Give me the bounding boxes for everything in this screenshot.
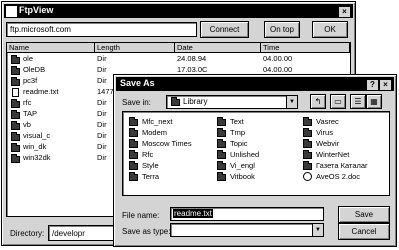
folder-icon [129,161,138,170]
file-browser[interactable]: Mfc_next Modem Moscow Times Rfc Style Te… [122,111,390,196]
folder-icon [11,121,20,130]
folder-icon [303,117,312,126]
details-view-icon[interactable]: ▦ [366,94,382,109]
file-name: win32dk [23,153,51,162]
file-time: 04.00.00 [263,54,293,63]
file-length: 1477 [97,87,114,96]
file-date: 24.08.94 [177,54,207,63]
file-length: Dir [97,65,107,74]
file-name: pc3f [23,76,38,85]
file-name: rfc [23,98,32,107]
file-length: Dir [97,76,107,85]
connect-button[interactable]: Connect [200,21,249,38]
folder-icon [129,150,138,159]
column-header-date[interactable]: Date [175,43,261,53]
column-header-name[interactable]: Name [7,43,95,53]
help-icon[interactable]: ? [366,79,379,91]
save-as-title: Save As [120,78,155,88]
file-name: readme.txt [23,87,59,96]
on-top-button[interactable]: On top [264,21,300,38]
file-length: Dir [97,142,107,151]
folder-icon [11,154,20,163]
folder-icon [217,139,226,148]
file-length: Dir [97,120,107,129]
folder-icon [217,172,226,181]
save-in-value: Library [183,97,208,106]
file-length: Dir [97,98,107,107]
ok-button[interactable]: OK [312,21,348,38]
folder-icon [217,128,226,137]
column-header-time[interactable]: Time [261,43,350,53]
folder-icon [11,55,20,64]
file-length: Dir [97,153,107,162]
save-as-dialog: Save As ? × Save in: Library ▼ ↰ ▭ ☰ ▦ M… [113,74,397,247]
cancel-button[interactable]: Cancel [338,223,390,240]
address-input[interactable]: ftp.microsoft.com [6,22,197,37]
app-icon [6,6,17,17]
close-icon[interactable]: × [379,79,392,91]
document-icon [303,172,312,181]
folder-icon [11,77,20,86]
file-name: OleDB [23,65,46,74]
save-button[interactable]: Save [338,206,390,223]
file-name: ole [23,54,34,63]
file-length: Dir [97,54,107,63]
save-as-type-dropdown[interactable]: ▼ [170,223,324,237]
column-header-length[interactable]: Length [95,43,175,53]
list-view-icon[interactable]: ☰ [350,94,366,109]
chevron-down-icon[interactable]: ▼ [286,96,297,108]
folder-icon [217,150,226,159]
folder-icon [303,139,312,148]
folder-icon [129,139,138,148]
text-file-icon [12,88,19,97]
folder-icon [217,117,226,126]
folder-icon [11,99,20,108]
save-as-titlebar[interactable]: Save As ? × [116,77,394,91]
directory-value: /developr [52,229,85,238]
file-name: visual_c [23,131,51,140]
ftpview-titlebar[interactable]: FtpView × [4,4,353,18]
folder-icon [129,128,138,137]
folder-icon [11,132,20,141]
file-name-label: File name: [122,211,160,220]
folder-icon [11,66,20,75]
file-length: Dir [97,131,107,140]
ftpview-title: FtpView [19,5,54,15]
folder-icon [129,172,138,181]
file-name: vb [23,120,31,129]
folder-icon [303,161,312,170]
up-folder-icon[interactable]: ↰ [310,94,326,109]
close-icon[interactable]: × [338,6,351,18]
save-in-label: Save in: [122,98,151,107]
file-name: win_dk [23,142,47,151]
folder-icon [303,128,312,137]
folder-icon [303,150,312,159]
directory-input[interactable]: /developr [48,225,120,241]
table-row[interactable]: ole Dir 24.08.94 04.00.00 [7,54,350,64]
address-value: ftp.microsoft.com [10,25,71,34]
folder-icon [217,161,226,170]
file-length: Dir [97,109,107,118]
file-name: TAP [23,109,38,118]
folder-icon [171,97,180,106]
chevron-down-icon[interactable]: ▼ [312,224,323,236]
file-name-input[interactable]: readme.txt [170,207,324,221]
directory-label: Directory: [10,229,45,238]
folder-icon [11,110,20,119]
file-name-value: readme.txt [173,209,213,218]
folder-icon [11,143,20,152]
save-as-type-label: Save as type: [122,227,171,236]
new-folder-icon[interactable]: ▭ [330,94,346,109]
folder-icon [129,117,138,126]
save-in-dropdown[interactable]: Library ▼ [166,95,298,109]
